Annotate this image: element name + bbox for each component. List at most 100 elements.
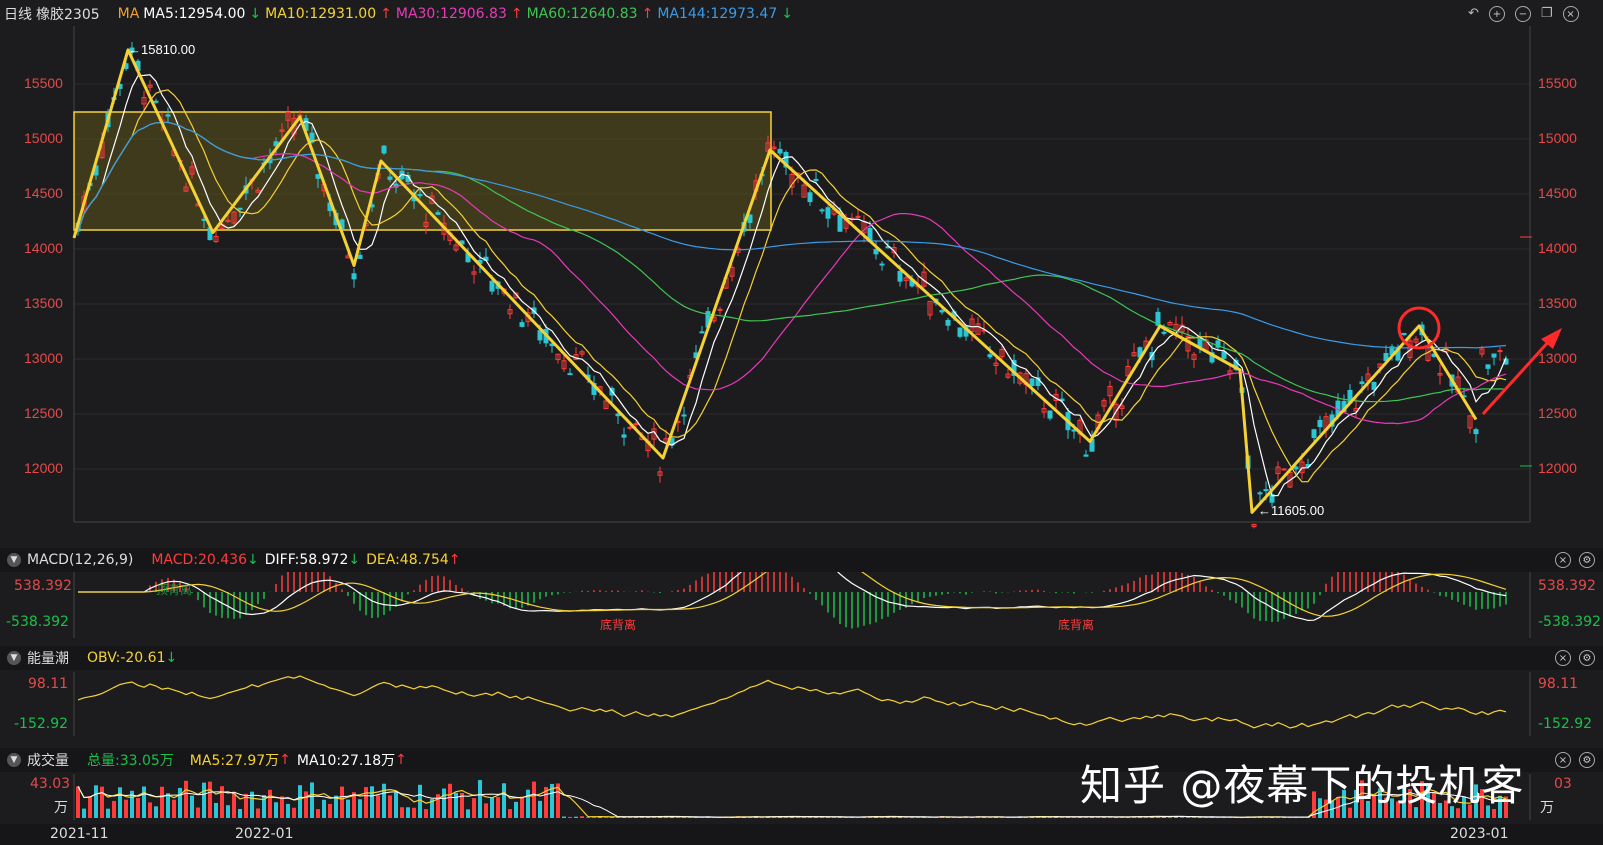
macd-name[interactable]: MACD(12,26,9) bbox=[27, 552, 133, 568]
restore-icon[interactable]: ❐ bbox=[1541, 6, 1553, 22]
volume-bar bbox=[220, 786, 224, 818]
watermark: 知乎 @夜幕下的投机客 bbox=[1080, 761, 1525, 810]
candle bbox=[1473, 427, 1479, 443]
volume-bar bbox=[256, 808, 260, 818]
candle bbox=[1107, 380, 1113, 405]
macd-dea: DEA:48.754 bbox=[366, 552, 449, 568]
settings-icon[interactable]: × bbox=[1562, 6, 1579, 22]
volume-bar bbox=[1186, 817, 1190, 818]
volume-ma5-arrow-up-icon: ↑ bbox=[279, 752, 291, 768]
macd-collapse-icon[interactable]: ▼ bbox=[7, 553, 21, 567]
volume-bar bbox=[112, 800, 116, 818]
volume-bar bbox=[412, 807, 416, 818]
candle bbox=[855, 209, 861, 218]
price-tick-label: 13000 bbox=[1538, 350, 1577, 366]
volume-bar bbox=[802, 817, 806, 818]
volume-bar bbox=[910, 817, 914, 819]
price-tick-label: 15000 bbox=[1538, 130, 1577, 146]
volume-bar bbox=[496, 797, 500, 818]
volume-close-icon[interactable]: × bbox=[1555, 752, 1571, 768]
volume-name[interactable]: 成交量 bbox=[27, 750, 69, 770]
volume-bar bbox=[196, 807, 200, 818]
candle bbox=[645, 434, 651, 458]
price-tick-label: 14500 bbox=[1538, 185, 1577, 201]
price-chart[interactable]: ←15810.00 ←11605.00 bbox=[0, 26, 1603, 536]
macd-settings-icon[interactable]: ⚙ bbox=[1579, 552, 1595, 568]
candle bbox=[519, 319, 525, 328]
date-tick-1: 2021-11 bbox=[50, 826, 109, 842]
period-label[interactable]: 日线 bbox=[4, 4, 32, 24]
candle bbox=[849, 213, 855, 223]
volume-bar bbox=[190, 795, 194, 818]
price-tick-label: 12000 bbox=[24, 460, 63, 476]
macd-chart[interactable]: 底背离 底背离 顶背离 bbox=[0, 572, 1603, 638]
candle bbox=[777, 141, 783, 156]
undo-icon[interactable]: ↶ bbox=[1468, 6, 1479, 22]
volume-bar bbox=[988, 817, 992, 818]
volume-bar bbox=[394, 792, 398, 818]
ma10-value: MA10:12931.00 bbox=[265, 6, 377, 22]
candle bbox=[1323, 412, 1329, 438]
volume-bar bbox=[472, 798, 476, 818]
volume-bar bbox=[382, 783, 386, 818]
volume-bar bbox=[442, 788, 446, 818]
macd-close-icon[interactable]: × bbox=[1555, 552, 1571, 568]
volume-bar bbox=[370, 786, 374, 818]
candle bbox=[993, 358, 999, 375]
volume-bar bbox=[904, 817, 908, 818]
diff-arrow-down-icon: ↓ bbox=[348, 552, 361, 568]
price-tick-label: 12500 bbox=[1538, 405, 1577, 421]
macd-value: MACD:20.436 bbox=[151, 552, 247, 568]
macd-header: ▼ MACD(12,26,9) MACD:20.436 ↓ DIFF:58.97… bbox=[0, 548, 1603, 572]
zoom-out-icon[interactable]: − bbox=[1514, 6, 1531, 22]
price-tick-label: 13000 bbox=[24, 350, 63, 366]
candle bbox=[1083, 449, 1089, 457]
macd-diff: DIFF:58.972 bbox=[264, 552, 349, 568]
date-tick-3: 2023-01 bbox=[1450, 826, 1509, 842]
volume-bar bbox=[376, 795, 380, 818]
volume-bar bbox=[484, 803, 488, 818]
obv-settings-icon[interactable]: ⚙ bbox=[1579, 650, 1595, 666]
candle bbox=[1317, 415, 1323, 434]
volume-bar bbox=[526, 789, 530, 818]
volume-bar bbox=[568, 816, 572, 818]
chart-toolbar: ↶ + − ❐ × bbox=[1468, 6, 1579, 22]
obv-chart[interactable] bbox=[0, 672, 1603, 736]
volume-bar bbox=[124, 799, 128, 818]
volume-bar bbox=[358, 799, 362, 818]
candle bbox=[1467, 415, 1473, 434]
candle bbox=[1401, 332, 1407, 337]
candle bbox=[1485, 364, 1491, 375]
candle bbox=[1131, 343, 1137, 357]
volume-bar bbox=[562, 816, 566, 818]
candle bbox=[1365, 366, 1371, 391]
obv-close-icon[interactable]: × bbox=[1555, 650, 1571, 666]
candle bbox=[1275, 461, 1281, 481]
symbol-label: 橡胶2305 bbox=[36, 7, 100, 23]
obv-line bbox=[77, 675, 1507, 729]
obv-collapse-icon[interactable]: ▼ bbox=[7, 651, 21, 665]
ma5-value: MA5:12954.00 bbox=[143, 6, 246, 22]
volume-bar bbox=[1102, 817, 1106, 818]
candle bbox=[507, 304, 513, 320]
candle bbox=[1437, 364, 1443, 385]
zoom-in-icon[interactable]: + bbox=[1488, 6, 1505, 22]
volume-bar bbox=[94, 785, 98, 818]
volume-bar bbox=[238, 808, 242, 818]
volume-bar bbox=[676, 817, 680, 818]
volume-bar bbox=[610, 817, 614, 818]
candle bbox=[945, 318, 951, 331]
divergence-label-2: 底背离 bbox=[1058, 617, 1094, 632]
macd-histogram bbox=[149, 572, 1507, 629]
volume-bar bbox=[424, 809, 428, 818]
candle bbox=[807, 189, 813, 206]
volume-bar bbox=[1198, 817, 1202, 819]
volume-settings-icon[interactable]: ⚙ bbox=[1579, 752, 1595, 768]
obv-name[interactable]: 能量潮 bbox=[27, 648, 69, 668]
volume-collapse-icon[interactable]: ▼ bbox=[7, 753, 21, 767]
volume-bar bbox=[274, 802, 278, 818]
volume-bar bbox=[268, 789, 272, 818]
candle bbox=[483, 248, 489, 261]
volume-bar bbox=[448, 783, 452, 818]
dea-arrow-up-icon: ↑ bbox=[448, 552, 461, 568]
